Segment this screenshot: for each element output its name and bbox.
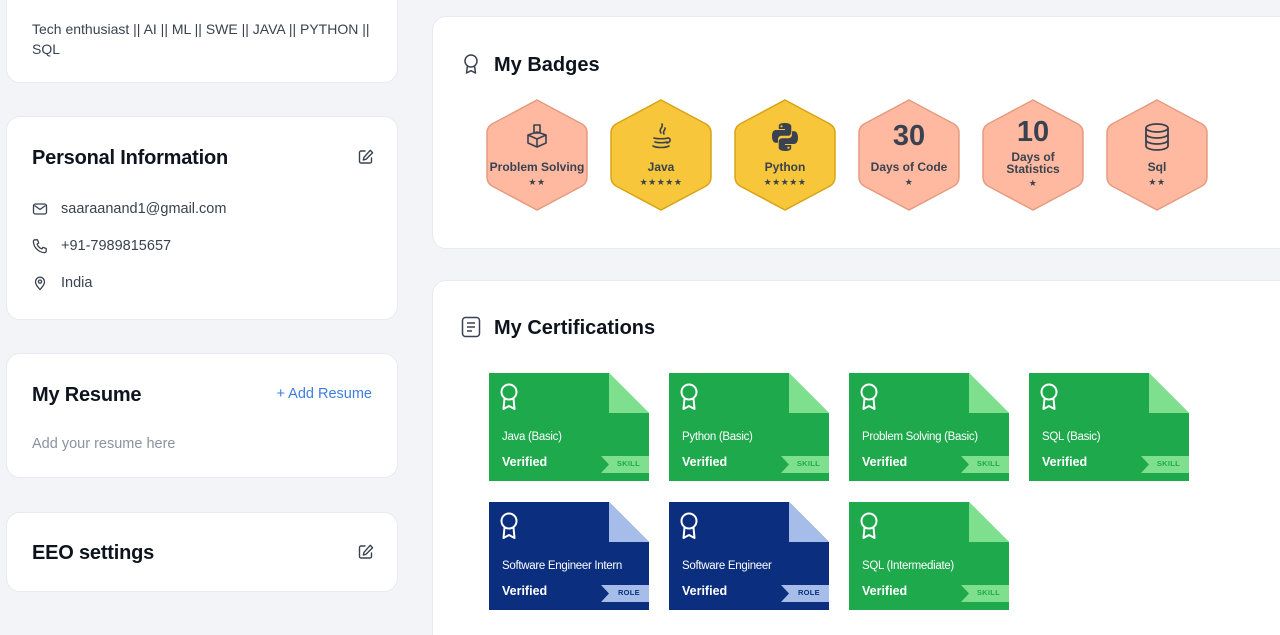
certificate-verified-label: Verified [862,584,908,598]
badge-problem-solving[interactable]: Problem Solving ★★ [484,97,590,213]
badge-label: Python [764,160,806,174]
certificate-tile[interactable]: SQL (Intermediate) Verified SKILL [849,502,1009,610]
certificate-name: Problem Solving (Basic) [862,431,978,443]
bio-text: Tech enthusiast || AI || ML || SWE || JA… [32,21,370,57]
certificate-verified-label: Verified [502,584,548,598]
badge-stars: ★ [904,177,914,187]
certificate-name: Software Engineer Intern [502,560,623,572]
certificate-name: Java (Basic) [502,431,562,443]
badge-stars: ★★ [1148,177,1166,187]
resume-title: My Resume [32,384,142,406]
badge-hexagon [858,99,960,211]
certificate-tile[interactable]: Java (Basic) Verified SKILL [489,373,649,481]
certificate-ribbon-icon [678,382,700,412]
edit-icon[interactable] [357,543,375,561]
badge-label: Days of Code [870,160,948,174]
badge-sql[interactable]: Sql ★★ [1104,97,1210,213]
location-row: India [32,275,92,291]
certificate-tile[interactable]: SQL (Basic) Verified SKILL [1029,373,1189,481]
python-icon [769,121,801,153]
certificate-tag-text: ROLE [797,588,820,597]
certificate-tag-text: SKILL [976,459,1000,468]
certificate-tile[interactable]: Software Engineer Intern Verified ROLE [489,502,649,610]
badge-hexagon [734,99,836,211]
badge-stars: ★★★★★ [639,177,683,187]
badge-java[interactable]: Java ★★★★★ [608,97,714,213]
certificate-tag-text: SKILL [616,459,640,468]
mail-icon [32,201,48,217]
certificate-tile[interactable]: Python (Basic) Verified SKILL [669,373,829,481]
personal-information-title: Personal Information [32,147,229,169]
phone-icon [32,238,48,254]
certificate-ribbon-icon [858,511,880,541]
phone-text: +91-7989815657 [61,238,172,254]
badge-hexagon [486,99,588,211]
badge-hexagon [1106,99,1208,211]
resume-card: My Resume + Add Resume Add your resume h… [6,353,398,478]
certifications-card: My Certifications Java (Basic) Verified SK… [432,280,1280,635]
email-row: saaraanand1@gmail.com [32,201,226,217]
certificate-name: Software Engineer [682,560,772,572]
add-resume-link[interactable]: + Add Resume [276,386,372,402]
badge-stars: ★★★★★ [763,177,807,187]
badges-title: My Badges [494,54,600,76]
certificate-tag-text: ROLE [617,588,640,597]
certificate-tag-text: SKILL [796,459,820,468]
certificate-document-icon [461,316,481,338]
problem-solving-icon [521,121,553,153]
database-icon [1141,121,1173,153]
certificate-ribbon-icon [498,511,520,541]
certificate-tag-text: SKILL [976,588,1000,597]
badge-10-days-of-statistics[interactable]: 10 Days of Statistics ★ [980,97,1086,213]
resume-hint: Add your resume here [32,436,176,452]
certificate-tile[interactable]: Problem Solving (Basic) Verified SKILL [849,373,1009,481]
phone-row: +91-7989815657 [32,238,171,254]
badge-python[interactable]: Python ★★★★★ [732,97,838,213]
certificate-name: SQL (Basic) [1042,431,1101,443]
location-text: India [61,275,93,291]
certificate-verified-label: Verified [1042,455,1088,469]
certificate-name: SQL (Intermediate) [862,560,954,572]
certifications-title: My Certifications [494,317,656,339]
certificate-verified-label: Verified [502,455,548,469]
certificate-name: Python (Basic) [682,431,753,443]
email-text: saaraanand1@gmail.com [61,201,227,217]
badges-card: My Badges Problem Solving ★★ Java ★★★★★ … [432,16,1280,249]
personal-information-card: Personal Information saaraanand1@gmail.c… [6,116,398,320]
badge-stars: ★ [1028,178,1038,188]
java-icon [645,121,677,153]
badge-30-days-of-code[interactable]: 30 Days of Code ★ [856,97,962,213]
certificate-ribbon-icon [1038,382,1060,412]
certificate-ribbon-icon [678,511,700,541]
badge-label: Java [647,160,675,174]
certificate-tag-text: SKILL [1156,459,1180,468]
bio-card: Tech enthusiast || AI || ML || SWE || JA… [6,0,398,83]
badge-stars: ★★ [528,177,546,187]
badge-label: Sql [1147,160,1167,174]
badge-label-line2: Statistics [1006,162,1060,176]
certificate-tile[interactable]: Software Engineer Verified ROLE [669,502,829,610]
badge-number: 10 [1016,116,1050,148]
badge-label: Problem Solving [489,160,585,174]
certificate-ribbon-icon [858,382,880,412]
badge-hexagon [610,99,712,211]
badge-ribbon-icon [461,53,481,75]
certificate-ribbon-icon [498,382,520,412]
eeo-settings-card: EEO settings [6,512,398,592]
certificate-verified-label: Verified [682,584,728,598]
eeo-settings-title: EEO settings [32,542,155,564]
location-pin-icon [32,275,48,291]
certificate-verified-label: Verified [862,455,908,469]
certificate-verified-label: Verified [682,455,728,469]
badge-number: 30 [892,120,926,152]
edit-icon[interactable] [357,148,375,166]
